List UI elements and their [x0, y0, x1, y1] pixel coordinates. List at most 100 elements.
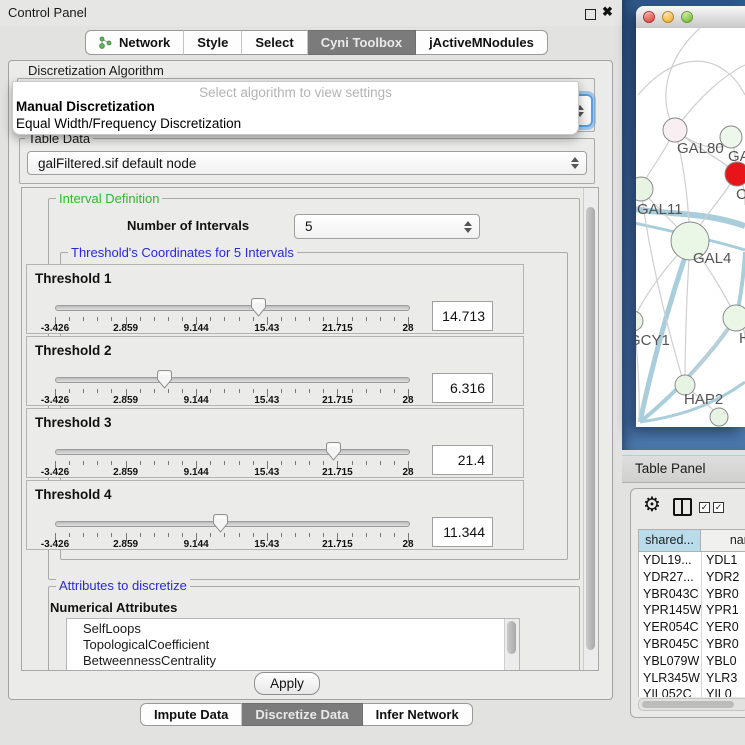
slider-tick [309, 533, 310, 537]
slider-tick [111, 317, 112, 321]
slider-handle[interactable] [213, 514, 228, 533]
table-hscrollbar-thumb[interactable] [642, 701, 734, 708]
table-row[interactable]: YLR345WYLR3 [639, 670, 745, 687]
table-row[interactable]: YBL079WYBL0 [639, 653, 745, 670]
node-gal11[interactable] [636, 177, 653, 201]
tab-impute-data[interactable]: Impute Data [140, 703, 242, 726]
attribute-list-item[interactable]: TopologicalCoefficient [83, 637, 209, 653]
tab-network[interactable]: Network [85, 30, 184, 55]
table-row[interactable]: YBR045CYBR0 [639, 636, 745, 653]
settings-scrollbar-thumb[interactable] [586, 207, 595, 650]
slider-tick-label: 21.715 [322, 395, 353, 406]
tab-cyni-toolbox[interactable]: Cyni Toolbox [308, 30, 416, 55]
slider-tick-label: 28 [402, 323, 413, 334]
slider-handle[interactable] [157, 370, 172, 389]
tab-jactivemnodules[interactable]: jActiveMNodules [416, 30, 548, 55]
numerical-attributes-list[interactable]: SelfLoopsTopologicalCoefficientBetweenne… [66, 618, 520, 671]
slider-tick [253, 389, 254, 393]
table-data-select[interactable]: galFiltered.sif default node [27, 151, 587, 175]
table-row[interactable]: YPR145WYPR1 [639, 602, 745, 619]
slider-track[interactable] [55, 449, 410, 455]
table-row[interactable]: YDR27...YDR2 [639, 569, 745, 586]
slider-tick [97, 533, 98, 537]
slider-tick-label: -3.426 [41, 539, 69, 550]
slider-tick [239, 317, 240, 321]
slider-tick [154, 533, 155, 537]
close-red-icon[interactable] [643, 11, 655, 23]
slider-tick [253, 317, 254, 321]
zoom-green-icon[interactable] [681, 11, 693, 23]
slider-tick [323, 461, 324, 465]
attribute-list-item[interactable]: BetweennessCentrality [83, 653, 216, 669]
column-header-shared-name[interactable]: shared... [638, 529, 701, 552]
tab-style[interactable]: Style [184, 30, 242, 55]
network-window-titlebar[interactable] [636, 6, 745, 29]
slider-tick-label: 2.859 [113, 395, 138, 406]
algorithm-placeholder: Select algorithm to view settings [13, 85, 578, 100]
slider-tick [83, 389, 84, 393]
column-header-name[interactable]: name [701, 529, 745, 552]
slider-track[interactable] [55, 305, 410, 311]
attribute-list-item[interactable]: SelfLoops [83, 621, 141, 637]
threshold-value-input[interactable]: 11.344 [432, 517, 493, 547]
threshold-label: Threshold 4 [35, 487, 112, 502]
threshold-value-input[interactable]: 21.4 [432, 445, 493, 475]
table-row[interactable]: YDL19...YDL1 [639, 552, 745, 569]
node-label-gal80: GAL80 [677, 140, 724, 157]
table-row[interactable]: YER054CYER0 [639, 619, 745, 636]
interval-definition-title: Interval Definition [56, 191, 162, 206]
algorithm-option-equal-width-frequency-discretization[interactable]: Equal Width/Frequency Discretization [16, 116, 241, 131]
table-row[interactable]: YIL052CYIL0 [639, 686, 745, 697]
network-canvas[interactable]: GAL80GACGAL11GAL4GCY1HHAP2 [636, 28, 745, 427]
node-right[interactable] [723, 305, 745, 331]
slider-tick [168, 461, 169, 465]
network-window: GAL80GACGAL11GAL4GCY1HHAP2 [636, 6, 745, 427]
node-table: shared... name YDL19...YDL1YDR27...YDR2Y… [638, 529, 745, 697]
dropdown-arrows-icon [571, 157, 579, 169]
number-of-intervals-value: 5 [305, 219, 313, 234]
settings-scrollbar[interactable] [583, 188, 598, 670]
slider-tick [309, 389, 310, 393]
slider-tick [323, 533, 324, 537]
split-columns-icon[interactable] [673, 498, 692, 516]
table-panel: ⚙ ✓ ✓ shared... name YDL19...YDL1YDR27..… [630, 488, 745, 718]
slider-tick [210, 389, 211, 393]
attributes-group-title: Attributes to discretize [56, 578, 190, 593]
table-body[interactable]: YDL19...YDL1YDR27...YDR2YBR043CYBR0YPR14… [638, 552, 745, 697]
table-row[interactable]: YBR043CYBR0 [639, 586, 745, 603]
tab-select[interactable]: Select [242, 30, 307, 55]
table-cell-shared-name: YBR043C [639, 586, 702, 603]
slider-tick [224, 317, 225, 321]
slider-tick-label: 15.43 [254, 323, 279, 334]
table-horizontal-scrollbar[interactable] [638, 698, 745, 711]
bottom-tab-bar: Impute DataDiscretize DataInfer Network [140, 703, 473, 726]
close-icon[interactable]: ✖ [602, 4, 613, 20]
node-red[interactable] [725, 162, 745, 186]
number-of-intervals-label: Number of Intervals [127, 218, 249, 233]
slider-tick [210, 461, 211, 465]
apply-button[interactable]: Apply [254, 672, 320, 695]
list-scrollbar[interactable] [504, 619, 519, 671]
float-window-icon[interactable] [585, 9, 596, 20]
checkbox-icon[interactable]: ✓ [713, 502, 724, 513]
tab-infer-network[interactable]: Infer Network [363, 703, 473, 726]
algorithm-option-manual-discretization[interactable]: Manual Discretization [16, 99, 155, 114]
tab-discretize-data[interactable]: Discretize Data [242, 703, 362, 726]
list-scrollbar-thumb[interactable] [507, 621, 516, 654]
threshold-value-input[interactable]: 14.713 [432, 301, 493, 331]
slider-tick [154, 461, 155, 465]
slider-handle[interactable] [251, 298, 266, 317]
node-gcy1[interactable] [636, 311, 643, 331]
node-bottom[interactable] [710, 408, 728, 426]
slider-tick-label: -3.426 [41, 323, 69, 334]
gear-icon[interactable]: ⚙ [643, 492, 661, 517]
number-of-intervals-select[interactable]: 5 [294, 214, 480, 239]
slider-track[interactable] [55, 521, 410, 527]
minimize-yellow-icon[interactable] [662, 11, 674, 23]
node-gal80[interactable] [663, 118, 687, 142]
slider-track[interactable] [55, 377, 410, 383]
slider-tick [366, 389, 367, 393]
checkbox-icon[interactable]: ✓ [699, 502, 710, 513]
slider-handle[interactable] [326, 442, 341, 461]
threshold-value-input[interactable]: 6.316 [432, 373, 493, 403]
